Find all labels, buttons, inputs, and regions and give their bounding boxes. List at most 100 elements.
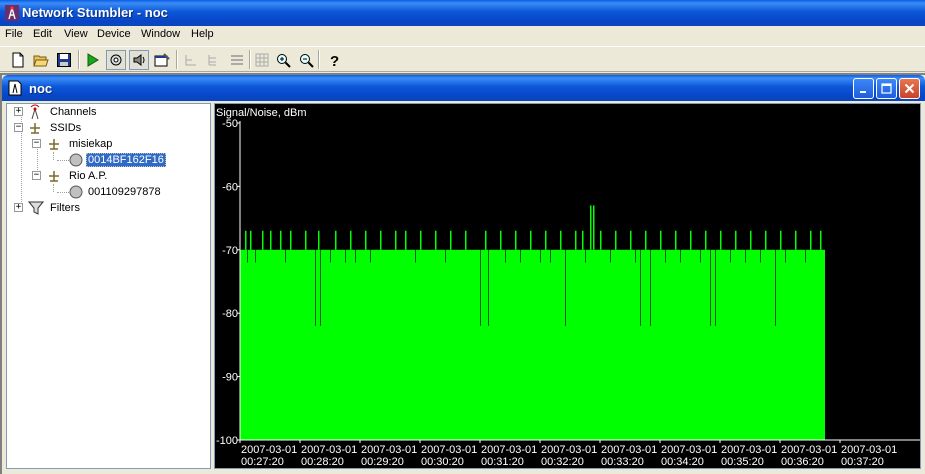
toolbar-separator <box>176 50 178 69</box>
signal-spike <box>600 230 602 250</box>
tree-label-ap: 001109297878 <box>88 186 161 198</box>
signal-spike <box>593 205 595 250</box>
signal-spike <box>305 230 307 250</box>
x-tick-date: 2007-03-01 <box>541 444 597 456</box>
maximize-button[interactable] <box>876 78 897 99</box>
signal-spike <box>250 230 252 250</box>
child-titlebar: noc <box>2 75 925 101</box>
ssid-icon <box>49 171 59 182</box>
menu-file[interactable]: File <box>5 28 23 40</box>
ssid-icon <box>49 139 59 150</box>
y-tick-label: -80 <box>222 308 238 320</box>
signal-dip <box>730 249 731 263</box>
auto-config-icon[interactable] <box>106 50 126 70</box>
collapse-icon[interactable]: − <box>32 171 41 180</box>
signal-spike <box>465 230 467 250</box>
signal-spike <box>530 230 532 250</box>
x-tick-time: 00:31:20 <box>481 456 524 468</box>
signal-dip <box>505 249 506 263</box>
signal-spike <box>280 230 282 250</box>
tree-collapse-icon[interactable] <box>181 50 201 70</box>
signal-dip <box>585 249 586 263</box>
signal-dip <box>320 249 321 326</box>
signal-dip <box>247 249 248 263</box>
signal-spike <box>575 230 577 250</box>
signal-spike <box>660 230 662 250</box>
tree-label-filters: Filters <box>50 202 80 214</box>
signal-dip <box>550 249 551 263</box>
signal-spike <box>780 230 782 250</box>
new-document-icon[interactable] <box>8 50 28 70</box>
save-icon[interactable] <box>54 50 74 70</box>
y-tick-label: -60 <box>222 181 238 193</box>
tree-item-ssid-rio[interactable]: − Rio A.P. <box>7 168 207 184</box>
open-folder-icon[interactable] <box>31 50 51 70</box>
x-tick-time: 00:27:20 <box>241 456 284 468</box>
menu-device[interactable]: Device <box>97 28 131 40</box>
signal-dip <box>775 249 776 326</box>
signal-spike <box>405 230 407 250</box>
signal-spike <box>395 230 397 250</box>
tree-item-ap-001109297878[interactable]: 001109297878 <box>7 184 207 200</box>
signal-dip <box>785 249 786 263</box>
ssid-icon <box>30 123 40 134</box>
help-icon[interactable]: ? <box>325 50 345 70</box>
signal-dip <box>540 249 541 263</box>
x-tick-date: 2007-03-01 <box>721 444 777 456</box>
signal-spike <box>820 230 822 250</box>
tree-item-channels[interactable]: + Channels <box>7 104 207 120</box>
toolbar-separator <box>78 50 80 69</box>
toolbar-separator <box>318 50 320 69</box>
tree-item-filters[interactable]: + Filters <box>7 200 207 216</box>
zoom-out-icon[interactable] <box>296 50 316 70</box>
signal-dip <box>255 249 256 263</box>
signal-spike <box>262 230 264 250</box>
signal-dip <box>610 249 611 263</box>
app-antenna-icon <box>5 5 19 21</box>
collapse-icon[interactable]: − <box>14 123 23 132</box>
tree-item-ssid-misiekap[interactable]: − misiekap <box>7 136 207 152</box>
signal-spike <box>735 230 737 250</box>
ap-status-icon <box>69 153 83 167</box>
app-titlebar: Network Stumbler - noc <box>0 0 925 26</box>
signal-spike <box>630 230 632 250</box>
signal-dip <box>445 249 446 263</box>
minimize-button[interactable] <box>853 78 874 99</box>
grid-icon[interactable] <box>252 50 272 70</box>
menu-view[interactable]: View <box>64 28 88 40</box>
signal-spike <box>515 230 517 250</box>
speaker-icon[interactable] <box>129 50 149 70</box>
properties-icon[interactable] <box>152 50 172 70</box>
menu-edit[interactable]: Edit <box>33 28 52 40</box>
expand-icon[interactable]: + <box>14 203 23 212</box>
svg-text:?: ? <box>330 53 339 68</box>
close-button[interactable] <box>899 78 920 99</box>
tree-expand-icon[interactable] <box>204 50 224 70</box>
x-tick-date: 2007-03-01 <box>361 444 417 456</box>
menu-help[interactable]: Help <box>191 28 214 40</box>
signal-chart: Signal/Noise, dBm -50-60-70-80-90-100 20… <box>216 107 920 468</box>
expand-icon[interactable]: + <box>14 107 23 116</box>
x-tick-time: 00:36:20 <box>781 456 824 468</box>
signal-spike <box>810 230 812 250</box>
tree-item-ssids[interactable]: − SSIDs <box>7 120 207 136</box>
y-tick-label: -90 <box>222 372 238 384</box>
signal-spike <box>350 230 352 250</box>
signal-dip <box>710 249 711 326</box>
menu-window[interactable]: Window <box>141 28 180 40</box>
toolbar-separator <box>249 50 251 69</box>
tree-item-ap-0014BF162F16[interactable]: 0014BF162F16 <box>7 152 207 168</box>
signal-dip <box>355 249 356 263</box>
collapse-icon[interactable]: − <box>32 139 41 148</box>
ap-status-icon <box>69 185 83 199</box>
signal-spike <box>270 230 272 250</box>
signal-spike <box>582 230 584 250</box>
zoom-in-icon[interactable] <box>273 50 293 70</box>
signal-dip <box>415 249 416 263</box>
signal-dip <box>745 249 746 263</box>
play-icon[interactable] <box>83 50 103 70</box>
signal-dip <box>480 249 481 326</box>
signal-spike <box>615 230 617 250</box>
signal-spike <box>245 230 247 250</box>
list-view-icon[interactable] <box>227 50 247 70</box>
